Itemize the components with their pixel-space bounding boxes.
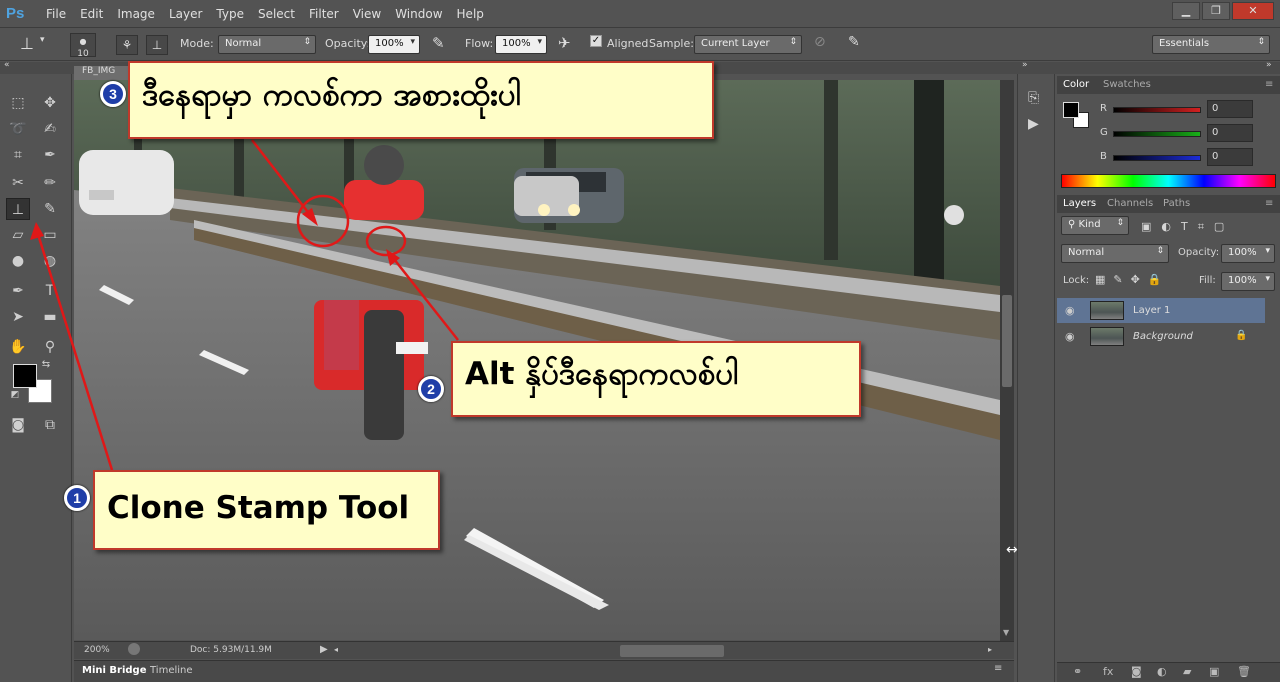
fill-label: Fill: <box>1199 275 1216 286</box>
layer-style-icon[interactable]: fx <box>1103 665 1113 678</box>
fill-input[interactable]: 100% ▾ <box>1221 272 1275 291</box>
scroll-down-icon[interactable]: ▼ <box>1003 628 1009 637</box>
arrow-head <box>302 208 318 226</box>
panel-menu-icon[interactable]: ≡ <box>1265 79 1273 90</box>
status-menu-icon[interactable]: ▶ <box>320 644 328 655</box>
layer-opacity-label: Opacity: <box>1178 247 1220 258</box>
layer-name: Background <box>1133 331 1193 342</box>
scroll-left-icon[interactable]: ◂ <box>334 645 338 654</box>
kind-value: Kind <box>1078 219 1101 230</box>
horizontal-scroll-thumb[interactable] <box>620 645 724 657</box>
scroll-right-icon[interactable]: ▸ <box>988 645 992 654</box>
right-panels: Color Swatches ≡ R 0 G 0 B 0 Layers Chan… <box>1057 74 1280 682</box>
layer-filter-icons[interactable]: ▣◐T⌗▢ <box>1141 220 1234 234</box>
collapsed-panel-strip: ⎘ ▶ ↔ <box>1006 74 1055 682</box>
tab-mini-bridge[interactable]: Mini Bridge <box>82 665 147 676</box>
layer-thumbnail <box>1090 301 1124 320</box>
callout-step-1: Clone Stamp Tool <box>93 470 440 550</box>
tab-channels[interactable]: Channels <box>1107 198 1153 209</box>
layer-thumbnail <box>1090 327 1124 346</box>
actions-panel-icon[interactable]: ▶ <box>1028 116 1039 132</box>
blue-value[interactable]: 0 <box>1207 148 1253 166</box>
color-panel-tabs: Color Swatches ≡ <box>1057 76 1280 94</box>
status-info-icon[interactable] <box>128 643 140 655</box>
chevron-down-icon: ▾ <box>1265 274 1270 284</box>
layer-name: Layer 1 <box>1133 305 1171 316</box>
search-icon: ⚲ <box>1068 219 1079 230</box>
blend-mode-value: Normal <box>1068 247 1105 258</box>
layer-kind-filter[interactable]: ⚲ Kind ⇕ <box>1061 216 1129 235</box>
tab-swatches[interactable]: Swatches <box>1103 79 1151 90</box>
chevron-down-icon: ▾ <box>1265 246 1270 256</box>
layer-opacity-input[interactable]: 100% ▾ <box>1221 244 1275 263</box>
layer-row-background[interactable]: ◉ Background 🔒 <box>1057 324 1265 349</box>
history-panel-icon[interactable]: ⎘ <box>1028 90 1039 106</box>
adjustment-layer-icon[interactable]: ◐ <box>1157 665 1167 678</box>
callout-step-2-text: Alt နှိပ်ဒီနေရာကလစ်ပါ <box>465 356 739 392</box>
lock-icon: 🔒 <box>1235 330 1248 341</box>
blue-track[interactable] <box>1113 155 1201 161</box>
visibility-eye-icon[interactable]: ◉ <box>1065 330 1075 343</box>
green-label: G <box>1100 127 1108 138</box>
doc-size-info: Doc: 5.93M/11.9M <box>190 645 272 655</box>
lock-options-icons[interactable]: ▦✎✥🔒 <box>1095 273 1170 286</box>
new-layer-icon[interactable]: ▣ <box>1209 665 1219 678</box>
delete-layer-icon[interactable]: 🗑 <box>1237 665 1251 678</box>
blend-mode-dropdown[interactable]: Normal ⇕ <box>1061 244 1169 263</box>
color-fg-swatch[interactable] <box>1063 102 1079 118</box>
status-bar: 200% Doc: 5.93M/11.9M ▶ ◂ ▸ <box>74 641 1014 659</box>
green-track[interactable] <box>1113 131 1201 137</box>
visibility-eye-icon[interactable]: ◉ <box>1065 304 1075 317</box>
callout-step-3-text: ဒီနေရာမှာ ကလစ်ကာ အစားထိုးပါ <box>142 77 521 113</box>
callout-step-1-text: Clone Stamp Tool <box>107 490 410 526</box>
link-layers-icon[interactable]: ⚭ <box>1073 665 1082 678</box>
resize-cursor-icon: ↔ <box>1006 542 1018 558</box>
layer-row-layer-1[interactable]: ◉ Layer 1 <box>1057 298 1265 323</box>
callout-step-3: ဒီနေရာမှာ ကလစ်ကာ အစားထိုးပါ <box>128 61 714 139</box>
step-1-badge: 1 <box>64 485 90 511</box>
vertical-scroll-thumb[interactable] <box>1002 295 1012 387</box>
arrow-to-clone-stamp-tool <box>34 227 114 471</box>
panel-menu-icon[interactable]: ≡ <box>994 663 1002 674</box>
sample-source-circle <box>365 225 407 257</box>
new-group-icon[interactable]: ▰ <box>1183 665 1191 678</box>
lock-label: Lock: <box>1063 275 1090 286</box>
chevron-icon: ⇕ <box>1116 218 1124 228</box>
tab-paths[interactable]: Paths <box>1163 198 1190 209</box>
step-3-badge: 3 <box>100 81 126 107</box>
layers-panel-tabs: Layers Channels Paths ≡ <box>1057 195 1280 213</box>
red-track[interactable] <box>1113 107 1201 113</box>
callout-step-2: Alt နှိပ်ဒီနေရာကလစ်ပါ <box>451 341 861 417</box>
bottom-panel-tabs: Mini Bridge Timeline ≡ <box>74 660 1014 682</box>
tab-timeline[interactable]: Timeline <box>150 665 193 676</box>
red-value[interactable]: 0 <box>1207 100 1253 118</box>
color-spectrum[interactable] <box>1061 174 1276 188</box>
arrow-to-paint-point <box>251 139 315 221</box>
paint-target-circle <box>296 194 350 248</box>
arrow-head <box>30 222 44 240</box>
tab-layers[interactable]: Layers <box>1063 198 1096 209</box>
blue-label: B <box>1100 151 1107 162</box>
add-mask-icon[interactable]: ◙ <box>1131 665 1142 678</box>
chevron-icon: ⇕ <box>1156 246 1164 256</box>
step-2-badge: 2 <box>418 376 444 402</box>
fill-value: 100% <box>1228 275 1257 286</box>
arrow-to-sample-point <box>389 253 459 341</box>
layers-panel-footer: ⚭ fx ◙ ◐ ▰ ▣ 🗑 <box>1057 662 1280 682</box>
zoom-level[interactable]: 200% <box>84 645 110 655</box>
tab-color[interactable]: Color <box>1063 79 1089 90</box>
panel-menu-icon[interactable]: ≡ <box>1265 198 1273 209</box>
layer-opacity-value: 100% <box>1228 247 1257 258</box>
green-value[interactable]: 0 <box>1207 124 1253 142</box>
red-label: R <box>1100 103 1107 114</box>
